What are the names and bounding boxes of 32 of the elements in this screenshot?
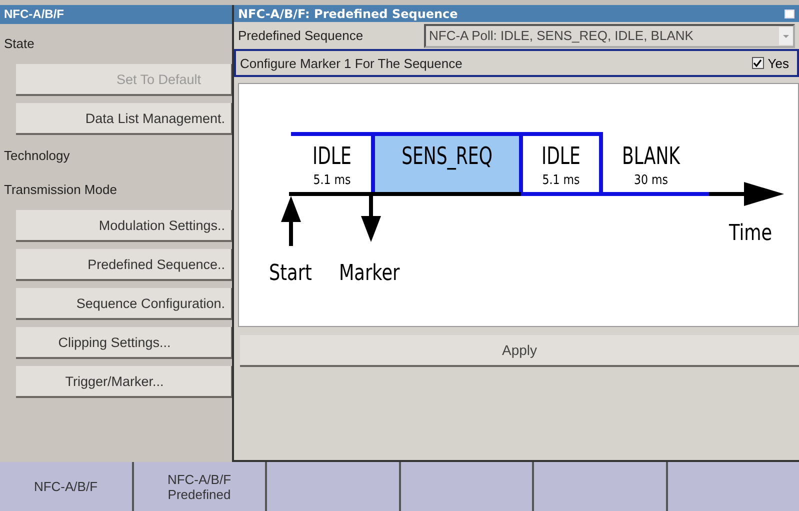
marker-arrow [361,196,381,242]
start-label: Start [269,260,312,286]
segment-label: IDLE [542,143,580,171]
segment-label: BLANK [622,143,680,171]
maximize-icon[interactable] [784,8,795,18]
start-arrow [281,196,301,246]
segment-label: IDLE [312,143,352,171]
duration-label: 30 ms [634,172,668,188]
setting-label: Transmission Mode [3,181,118,199]
menu-button[interactable]: Clipping Settings... [16,327,232,359]
segment-label: SENS_REQ [402,143,492,171]
setting-label: Technology [3,147,71,165]
duration-label: 5.1 ms [542,172,580,188]
panel-title: NFC-A/B/F [0,5,232,24]
marker-label: Marker [339,260,400,286]
softkey[interactable]: NFC-A/B/F Predefined [134,462,267,511]
sequence-dropdown[interactable]: NFC-A Poll: IDLE, SENS_REQ, IDLE, BLANK [424,24,795,48]
duration-label: 5.1 ms [313,172,351,188]
menu-button[interactable]: Modulation Settings.. [16,210,232,242]
marker-label: Configure Marker 1 For The Sequence [240,56,464,70]
apply-button[interactable]: Apply [240,335,799,367]
menu-button[interactable]: Data List Management. [16,103,232,135]
time-label: Time [729,220,772,246]
softkey[interactable] [400,462,534,511]
menu-button[interactable]: Trigger/Marker... [16,366,232,398]
checkmark-icon [753,58,762,68]
sequence-label: Predefined Sequence [238,28,364,43]
setting-label: State [3,35,36,53]
yes-checkbox[interactable]: Yes [748,56,793,70]
dialog-title-bar: NFC-A/B/F: Predefined Sequence [234,5,799,22]
menu-button[interactable]: Predefined Sequence.. [16,249,232,281]
menu-button[interactable]: Sequence Configuration. [16,288,232,320]
